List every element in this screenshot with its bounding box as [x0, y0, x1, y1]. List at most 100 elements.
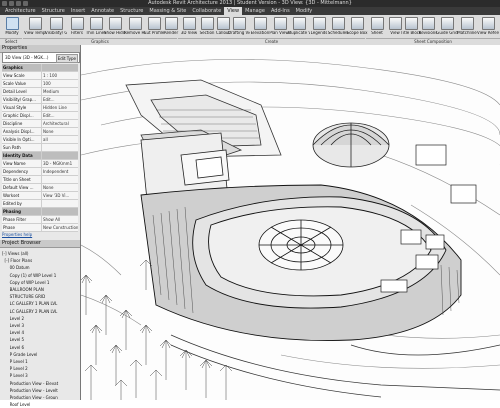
property-value[interactable]: View '3D Vi... — [42, 192, 78, 199]
project-browser-tree[interactable]: [-] Views (all) [-] Floor Plans 00 Datum… — [2, 250, 78, 408]
property-section[interactable]: Identity Data — [2, 152, 78, 160]
property-value[interactable] — [42, 152, 78, 159]
property-row[interactable]: Workset View '3D Vi... — [2, 192, 78, 200]
property-value[interactable] — [42, 176, 78, 183]
redo-icon[interactable] — [23, 1, 28, 6]
property-value[interactable]: Hidden Line — [42, 104, 78, 111]
property-section[interactable]: Phasing — [2, 208, 78, 216]
property-key: Dependency — [2, 168, 42, 175]
browser-item[interactable]: Level 4 — [2, 329, 78, 336]
property-value[interactable]: None — [42, 128, 78, 135]
tab-architecture[interactable]: Architecture — [2, 7, 39, 15]
3d-viewport[interactable] — [81, 45, 500, 400]
browser-item[interactable]: [-] Views (all) — [2, 250, 78, 257]
browser-item[interactable]: Copy (1) of WIP Level 1 — [2, 272, 78, 279]
property-row[interactable]: Visual Style Hidden Line — [2, 104, 78, 112]
scope-box-button[interactable]: Scope Box — [346, 17, 368, 37]
tab-annotate[interactable]: Annotate — [88, 7, 117, 15]
property-value[interactable]: Edit... — [42, 96, 78, 103]
browser-item[interactable]: Production View - Groun — [2, 394, 78, 401]
property-value[interactable]: 100 — [42, 80, 78, 87]
browser-item[interactable]: P Level 2 — [2, 365, 78, 372]
property-value[interactable] — [42, 200, 78, 207]
property-row[interactable]: Scale Value 100 — [2, 80, 78, 88]
tab-manage[interactable]: Manage — [242, 7, 268, 15]
browser-item[interactable]: BALLROOM PLAN — [2, 286, 78, 293]
property-row[interactable]: Dependency Independent — [2, 168, 78, 176]
property-row[interactable]: Visible In Opti... all — [2, 136, 78, 144]
browser-item[interactable]: P Level 3 — [2, 372, 78, 379]
property-value[interactable]: 1 : 100 — [42, 72, 78, 79]
property-value[interactable] — [42, 208, 78, 215]
undo-icon[interactable] — [16, 1, 21, 6]
browser-item[interactable]: Production View - Elevat — [2, 380, 78, 387]
properties-help-link[interactable]: Properties help — [2, 232, 32, 237]
tab-view[interactable]: View — [224, 7, 243, 15]
browser-item[interactable]: Production View - Levelt — [2, 387, 78, 394]
browser-item[interactable]: P Level 1 — [2, 358, 78, 365]
property-value[interactable]: 3D - MGKmm1 — [42, 160, 78, 167]
building-model[interactable] — [81, 45, 500, 400]
property-row[interactable]: Default View ... None — [2, 184, 78, 192]
tab-modify[interactable]: Modify — [293, 7, 316, 15]
property-row[interactable]: Analysis Displ... None — [2, 128, 78, 136]
property-value[interactable] — [42, 144, 78, 151]
property-key: Identity Data — [2, 152, 42, 159]
property-row[interactable]: Title on Sheet — [2, 176, 78, 184]
property-value[interactable]: Independent — [42, 168, 78, 175]
browser-item[interactable]: Level 6 — [2, 344, 78, 351]
property-row[interactable]: Detail Level Medium — [2, 88, 78, 96]
property-value[interactable]: all — [42, 136, 78, 143]
property-value[interactable]: Edit... — [42, 112, 78, 119]
tab-structure[interactable]: Structure — [39, 7, 68, 15]
tab-massing-site[interactable]: Massing & Site — [146, 7, 189, 15]
property-value[interactable] — [42, 64, 78, 71]
browser-item[interactable]: LC GALLERY 1 PLAN LVL — [2, 300, 78, 307]
property-row[interactable]: Discipline Architectural — [2, 120, 78, 128]
matchline-button[interactable]: Matchline — [456, 17, 478, 37]
property-value[interactable]: Medium — [42, 88, 78, 95]
property-row[interactable]: View Name 3D - MGKmm1 — [2, 160, 78, 168]
browser-item[interactable]: 00 Datum — [2, 264, 78, 271]
property-value[interactable]: None — [42, 184, 78, 191]
property-section[interactable]: Graphics — [2, 64, 78, 72]
property-row[interactable]: Phase New Construction — [2, 224, 78, 232]
property-value[interactable]: New Construction — [42, 224, 78, 231]
tab-insert[interactable]: Insert — [68, 7, 88, 15]
tab-structure-2[interactable]: Structure — [117, 7, 146, 15]
open-icon[interactable] — [2, 1, 7, 6]
tab-collaborate[interactable]: Collaborate — [189, 7, 224, 15]
property-row[interactable]: Visibility/ Grap... Edit... — [2, 96, 78, 104]
type-selector[interactable]: 3D View (3D - MGK...) Edit Type — [2, 52, 80, 63]
browser-item[interactable]: Roof Level — [2, 401, 78, 408]
property-row[interactable]: View Scale 1 : 100 — [2, 72, 78, 80]
property-row[interactable]: Edited by — [2, 200, 78, 208]
duplicate-view-button[interactable]: Duplicate View — [288, 17, 310, 37]
browser-item[interactable]: Level 2 — [2, 315, 78, 322]
browser-item[interactable]: [-] Floor Plans — [2, 257, 78, 264]
browser-item[interactable]: Level 3 — [2, 322, 78, 329]
drafting-view-button[interactable]: Drafting View — [228, 17, 250, 37]
quick-access-toolbar[interactable] — [2, 1, 28, 6]
browser-item[interactable]: LC GALLERY 2 PLAN LVL — [2, 308, 78, 315]
property-value[interactable]: Show All — [42, 216, 78, 223]
tab-add-ins[interactable]: Add-Ins — [268, 7, 293, 15]
browser-item[interactable]: Level 5 — [2, 336, 78, 343]
show-hidden-lines-button[interactable]: Show Hidden Lines — [104, 17, 126, 37]
visibility-graphics-button[interactable]: Visibility/ Graphics — [45, 17, 67, 37]
property-row[interactable]: Sun Path — [2, 144, 78, 152]
property-row[interactable]: Graphic Displ... Edit... — [2, 112, 78, 120]
browser-item[interactable]: P Grade Level — [2, 351, 78, 358]
view-templates-button[interactable]: View Templates — [24, 17, 46, 37]
property-row[interactable]: Phase Filter Show All — [2, 216, 78, 224]
property-value[interactable]: Architectural — [42, 120, 78, 127]
edit-type-button[interactable]: Edit Type — [55, 54, 78, 63]
modify-button[interactable]: Modify — [1, 17, 23, 37]
browser-item[interactable]: Copy of WIP Level 1 — [2, 279, 78, 286]
view-reference-button[interactable]: View Reference — [477, 17, 499, 37]
property-key: Graphic Displ... — [2, 112, 42, 119]
elevation-button[interactable]: Elevation — [249, 17, 271, 37]
browser-item[interactable]: STRUCTURE GRID — [2, 293, 78, 300]
guide-grid-button[interactable]: Guide Grid — [436, 17, 458, 37]
save-icon[interactable] — [9, 1, 14, 6]
